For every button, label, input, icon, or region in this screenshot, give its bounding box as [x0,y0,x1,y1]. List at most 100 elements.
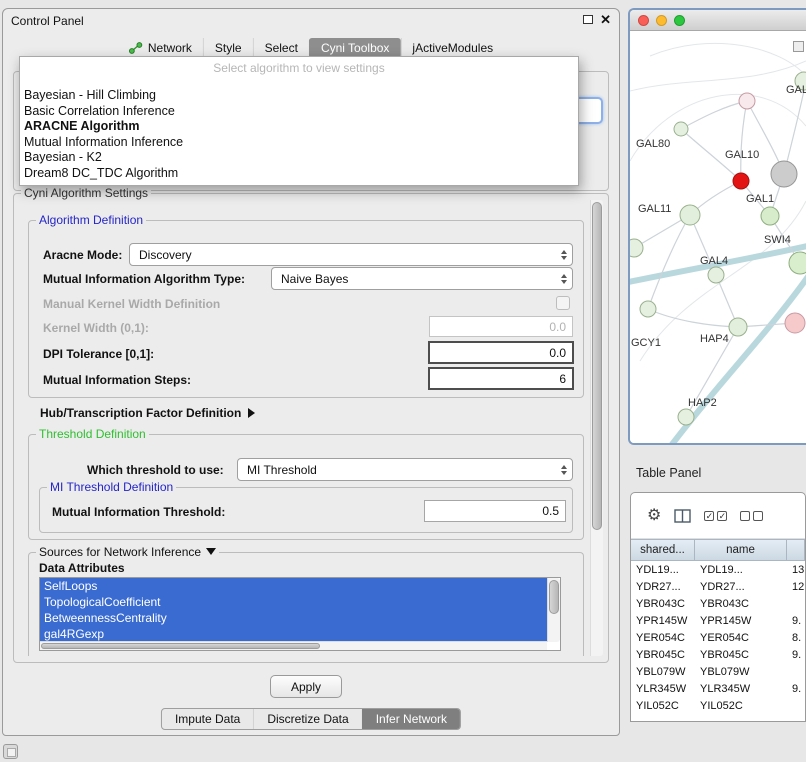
chevron-right-icon [248,408,255,418]
list-item[interactable]: BetweennessCentrality [40,610,547,626]
list-item[interactable]: TopologicalCoefficient [40,594,547,610]
which-threshold-label: Which threshold to use: [87,463,224,477]
table-row[interactable]: YLR345WYLR345W9. [631,680,805,697]
mi-steps-field[interactable]: 6 [428,367,574,390]
mi-threshold-field[interactable]: 0.5 [424,500,566,522]
network-scrollbar-corner[interactable] [793,41,804,52]
tab-network[interactable]: Network [118,38,203,58]
nodes[interactable] [630,72,806,425]
dropdown-item[interactable]: Bayesian - K2 [20,150,578,166]
svg-text:GAL: GAL [786,84,806,96]
node[interactable] [789,252,806,274]
kernel-width-field: 0.0 [429,316,573,337]
svg-text:GAL11: GAL11 [638,203,671,215]
svg-text:GAL80: GAL80 [636,138,670,150]
dropdown-item[interactable]: Mutual Information Inference [20,135,578,151]
node[interactable] [680,205,700,225]
list-item[interactable]: SelfLoops [40,578,547,594]
cyni-settings-groupbox: Cyni Algorithm Settings Algorithm Defini… [13,193,609,663]
network-canvas[interactable]: GAL80 GAL10 GAL11 GAL1 SWI4 GAL4 GCY1 HA… [630,31,806,445]
manual-kernel-label: Manual Kernel Width Definition [43,297,220,311]
tab-infer-network[interactable]: Infer Network [362,709,460,729]
list-scrollbar [547,578,560,642]
aracne-mode-label: Aracne Mode: [43,248,122,262]
node-pink[interactable] [785,313,805,333]
tab-jactivemodules[interactable]: jActiveModules [400,38,504,58]
node[interactable] [729,318,747,336]
tab-style[interactable]: Style [203,38,253,58]
dropdown-item[interactable]: Bayesian - Hill Climbing [20,88,578,104]
sources-group-title[interactable]: Sources for Network Inference [36,545,219,559]
gear-icon[interactable]: ⚙ [647,508,661,524]
aracne-mode-combo[interactable]: Discovery [129,243,573,266]
tab-cyni-toolbox[interactable]: Cyni Toolbox [309,38,400,58]
table-row[interactable]: YIL052CYIL052C [631,697,805,714]
node[interactable] [674,122,688,136]
list-item[interactable]: gal4RGexp [40,626,547,642]
table-row[interactable]: YPR145WYPR145W9. [631,612,805,629]
table-row[interactable]: YBL079WYBL079W [631,663,805,680]
list-hscrollbar-thumb[interactable] [41,643,320,649]
columns-icon[interactable] [674,509,691,523]
node[interactable] [739,93,755,109]
column-header-shared-name[interactable]: shared... [631,540,695,560]
control-panel-tabbar: Network Style Select Cyni Toolbox jActiv… [118,38,504,58]
table-row[interactable]: YBR045CYBR045C9. [631,646,805,663]
table-row[interactable]: YBR043CYBR043C [631,595,805,612]
control-panel-title: Control Panel [11,14,84,28]
close-icon[interactable]: ✕ [600,14,611,25]
table-panel: Table Panel ⚙ ✓ ✓ shared... name YDL19..… [628,458,806,762]
combo-arrows-icon [555,274,572,284]
node[interactable] [630,239,643,257]
node[interactable] [708,267,724,283]
settings-scrollbar [590,200,603,656]
threshold-definition-group: Threshold Definition Which threshold to … [28,434,584,540]
close-traffic-light-icon[interactable] [638,15,649,26]
float-window-icon[interactable] [583,15,593,24]
dropdown-item-selected[interactable]: ARACNE Algorithm [20,119,578,135]
which-threshold-combo[interactable]: MI Threshold [237,458,573,481]
node-selected-red[interactable] [733,173,749,189]
dropdown-item[interactable]: Dream8 DC_TDC Algorithm [20,166,578,182]
dropdown-item[interactable]: Basic Correlation Inference [20,104,578,120]
node[interactable] [678,409,694,425]
deselect-all-checks-icon[interactable] [740,511,763,521]
tab-impute-data[interactable]: Impute Data [162,709,253,729]
mi-threshold-group: MI Threshold Definition Mutual Informati… [39,487,573,533]
tab-discretize-data[interactable]: Discretize Data [253,709,361,729]
cyni-settings-title: Cyni Algorithm Settings [21,186,151,200]
zoom-traffic-light-icon[interactable] [674,15,685,26]
mi-type-label: Mutual Information Algorithm Type: [43,272,245,286]
mi-type-combo[interactable]: Naive Bayes [271,267,573,290]
column-header-extra[interactable] [787,540,805,560]
apply-button[interactable]: Apply [270,675,342,698]
collapsed-panel-icon[interactable] [3,744,18,759]
table-row[interactable]: YDL19...YDL19...13 [631,561,805,578]
list-hscrollbar [40,641,547,650]
node[interactable] [761,207,779,225]
settings-scrollbar-thumb[interactable] [592,202,602,530]
select-all-checks-icon[interactable]: ✓ ✓ [704,511,727,521]
svg-text:SWI4: SWI4 [764,234,791,246]
table-toolbar: ⚙ ✓ ✓ [631,493,805,539]
svg-text:GCY1: GCY1 [631,337,661,349]
minimize-traffic-light-icon[interactable] [656,15,667,26]
table-row[interactable]: YDR27...YDR27...12 [631,578,805,595]
data-attributes-list: SelfLoops TopologicalCoefficient Between… [39,577,561,651]
svg-text:GAL4: GAL4 [700,255,728,267]
node-gray[interactable] [771,161,797,187]
algorithm-definition-group: Algorithm Definition Aracne Mode: Discov… [28,220,584,398]
manual-kernel-checkbox [556,296,570,310]
combo-arrows-icon [555,465,572,475]
tab-select[interactable]: Select [253,38,309,58]
control-panel-window: Control Panel ✕ Network Style Select Cyn… [2,8,620,736]
sources-group: Sources for Network Inference Data Attri… [28,552,584,656]
list-scrollbar-thumb[interactable] [549,580,559,614]
kernel-width-label: Kernel Width (0,1): [43,321,149,335]
node[interactable] [640,301,656,317]
column-header-name[interactable]: name [695,540,787,560]
table-row[interactable]: YER054CYER054C8. [631,629,805,646]
dpi-tolerance-field[interactable]: 0.0 [428,341,574,364]
hub-section-toggle[interactable]: Hub/Transcription Factor Definition [40,406,255,420]
algorithm-dropdown-popup: Select algorithm to view settings Bayesi… [19,56,579,186]
